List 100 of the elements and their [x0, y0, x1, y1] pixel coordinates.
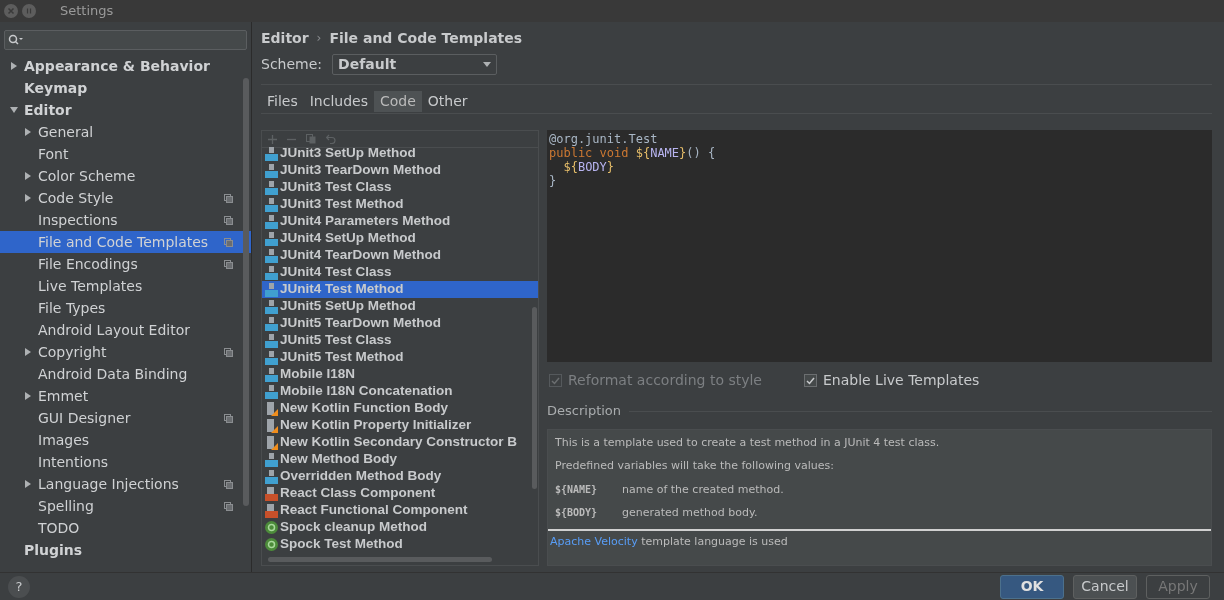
- tree-item[interactable]: Images: [0, 429, 251, 451]
- kotlin-file-icon: [265, 435, 278, 450]
- template-item[interactable]: Spock cleanup Method: [262, 519, 538, 536]
- template-item[interactable]: JUnit3 Test Method: [262, 196, 538, 213]
- template-item[interactable]: Overridden Method Body: [262, 468, 538, 485]
- velocity-link[interactable]: Apache Velocity: [550, 534, 638, 548]
- template-item[interactable]: JUnit3 TearDown Method: [262, 162, 538, 179]
- collapsed-arrow-icon[interactable]: [10, 62, 18, 70]
- copy-icon: [224, 193, 233, 203]
- copy-icon: [224, 479, 233, 489]
- description-text: This is a template used to create a test method in a JUnit 4 test class.: [555, 434, 940, 451]
- tree-item[interactable]: Editor: [0, 99, 251, 121]
- jsx-file-icon: [265, 486, 278, 501]
- template-item[interactable]: React Class Component: [262, 485, 538, 502]
- tree-item[interactable]: Code Style: [0, 187, 251, 209]
- tree-item[interactable]: File Types: [0, 297, 251, 319]
- template-item[interactable]: Spock Test Method: [262, 536, 538, 553]
- scheme-label: Scheme:: [261, 54, 323, 74]
- template-item[interactable]: JUnit4 Test Method: [262, 281, 538, 298]
- file-template-icon: [265, 214, 278, 229]
- collapsed-arrow-icon[interactable]: [24, 348, 32, 356]
- tree-item[interactable]: Emmet: [0, 385, 251, 407]
- template-item[interactable]: JUnit4 Parameters Method: [262, 213, 538, 230]
- window-title: Settings: [60, 2, 114, 21]
- tree-item[interactable]: Language Injections: [0, 473, 251, 495]
- template-item[interactable]: Mobile I18N Concatenation: [262, 383, 538, 400]
- help-button[interactable]: ?: [8, 575, 30, 598]
- template-item[interactable]: New Kotlin Secondary Constructor B: [262, 434, 538, 451]
- copy-icon: [224, 237, 233, 247]
- tree-item[interactable]: Inspections: [0, 209, 251, 231]
- tree-item[interactable]: Copyright: [0, 341, 251, 363]
- template-item[interactable]: New Kotlin Property Initializer: [262, 417, 538, 434]
- code-line: }: [549, 174, 557, 188]
- tab[interactable]: Code: [374, 91, 422, 112]
- close-icon[interactable]: [4, 4, 18, 18]
- collapsed-arrow-icon[interactable]: [24, 172, 32, 180]
- template-item[interactable]: JUnit5 Test Class: [262, 332, 538, 349]
- code-editor[interactable]: @org.junit.Test public void ${NAME}() { ${BODY} }: [547, 130, 1212, 363]
- template-item[interactable]: Mobile I18N: [262, 366, 538, 383]
- tree-item[interactable]: Android Layout Editor: [0, 319, 251, 341]
- checkbox[interactable]: Enable Live Templates: [804, 370, 980, 392]
- groovy-circle-icon: [265, 521, 278, 534]
- tree-item[interactable]: TODO: [0, 517, 251, 539]
- jsx-file-icon: [265, 503, 278, 518]
- template-item[interactable]: JUnit5 SetUp Method: [262, 298, 538, 315]
- tree-item[interactable]: Live Templates: [0, 275, 251, 297]
- dialog-button[interactable]: Cancel: [1073, 574, 1137, 599]
- tree-item[interactable]: Intentions: [0, 451, 251, 473]
- copy-icon: [224, 347, 233, 357]
- copy-icon[interactable]: [306, 134, 316, 144]
- tree-item[interactable]: File and Code Templates: [0, 231, 251, 253]
- breadcrumb-parent[interactable]: Editor: [261, 27, 309, 49]
- breadcrumb-current: File and Code Templates: [329, 28, 523, 48]
- search-field[interactable]: [4, 30, 247, 50]
- scrollbar[interactable]: [532, 307, 537, 489]
- template-item[interactable]: JUnit5 Test Method: [262, 349, 538, 366]
- template-item[interactable]: JUnit4 SetUp Method: [262, 230, 538, 247]
- breadcrumb-separator: ›: [316, 30, 322, 47]
- tree-item[interactable]: Plugins: [0, 539, 251, 561]
- tree-item[interactable]: Appearance & Behavior: [0, 55, 251, 77]
- template-item[interactable]: JUnit3 Test Class: [262, 179, 538, 196]
- collapsed-arrow-icon[interactable]: [24, 480, 32, 488]
- template-item[interactable]: JUnit5 TearDown Method: [262, 315, 538, 332]
- collapsed-arrow-icon[interactable]: [24, 194, 32, 202]
- kotlin-file-icon: [265, 401, 278, 416]
- template-item[interactable]: New Kotlin Function Body: [262, 400, 538, 417]
- tree-item[interactable]: GUI Designer: [0, 407, 251, 429]
- minimize-icon[interactable]: [22, 4, 36, 18]
- dialog-button[interactable]: OK: [1000, 574, 1064, 599]
- tree-item[interactable]: Keymap: [0, 77, 251, 99]
- horizontal-scrollbar[interactable]: [268, 557, 492, 562]
- template-item[interactable]: React Functional Component: [262, 502, 538, 519]
- tree-item[interactable]: Android Data Binding: [0, 363, 251, 385]
- file-template-icon: [265, 333, 278, 348]
- code-line: public void ${NAME}() {: [549, 146, 716, 160]
- tree-item[interactable]: File Encodings: [0, 253, 251, 275]
- undo-icon[interactable]: [326, 134, 336, 144]
- tree-item[interactable]: General: [0, 121, 251, 143]
- template-item[interactable]: New Method Body: [262, 451, 538, 468]
- file-template-icon: [265, 350, 278, 365]
- add-icon[interactable]: [268, 134, 277, 144]
- template-item[interactable]: JUnit4 Test Class: [262, 264, 538, 281]
- file-template-icon: [265, 231, 278, 246]
- check-icon: [551, 376, 560, 385]
- scheme-dropdown[interactable]: Default: [332, 53, 498, 75]
- variable-name: ${BODY}: [555, 506, 599, 521]
- search-icon: [8, 34, 24, 46]
- template-item[interactable]: JUnit4 TearDown Method: [262, 247, 538, 264]
- collapsed-arrow-icon[interactable]: [24, 392, 32, 400]
- tree-item[interactable]: Font: [0, 143, 251, 165]
- tree-item[interactable]: Spelling: [0, 495, 251, 517]
- expanded-arrow-icon[interactable]: [10, 106, 18, 114]
- scrollbar[interactable]: [243, 78, 249, 506]
- file-template-icon: [265, 367, 278, 382]
- footer-text: Apache Velocity template language is used: [549, 533, 789, 550]
- template-item[interactable]: JUnit3 SetUp Method: [262, 145, 538, 162]
- file-template-icon: [265, 146, 278, 161]
- collapsed-arrow-icon[interactable]: [24, 128, 32, 136]
- tree-item[interactable]: Color Scheme: [0, 165, 251, 187]
- file-template-icon: [265, 299, 278, 314]
